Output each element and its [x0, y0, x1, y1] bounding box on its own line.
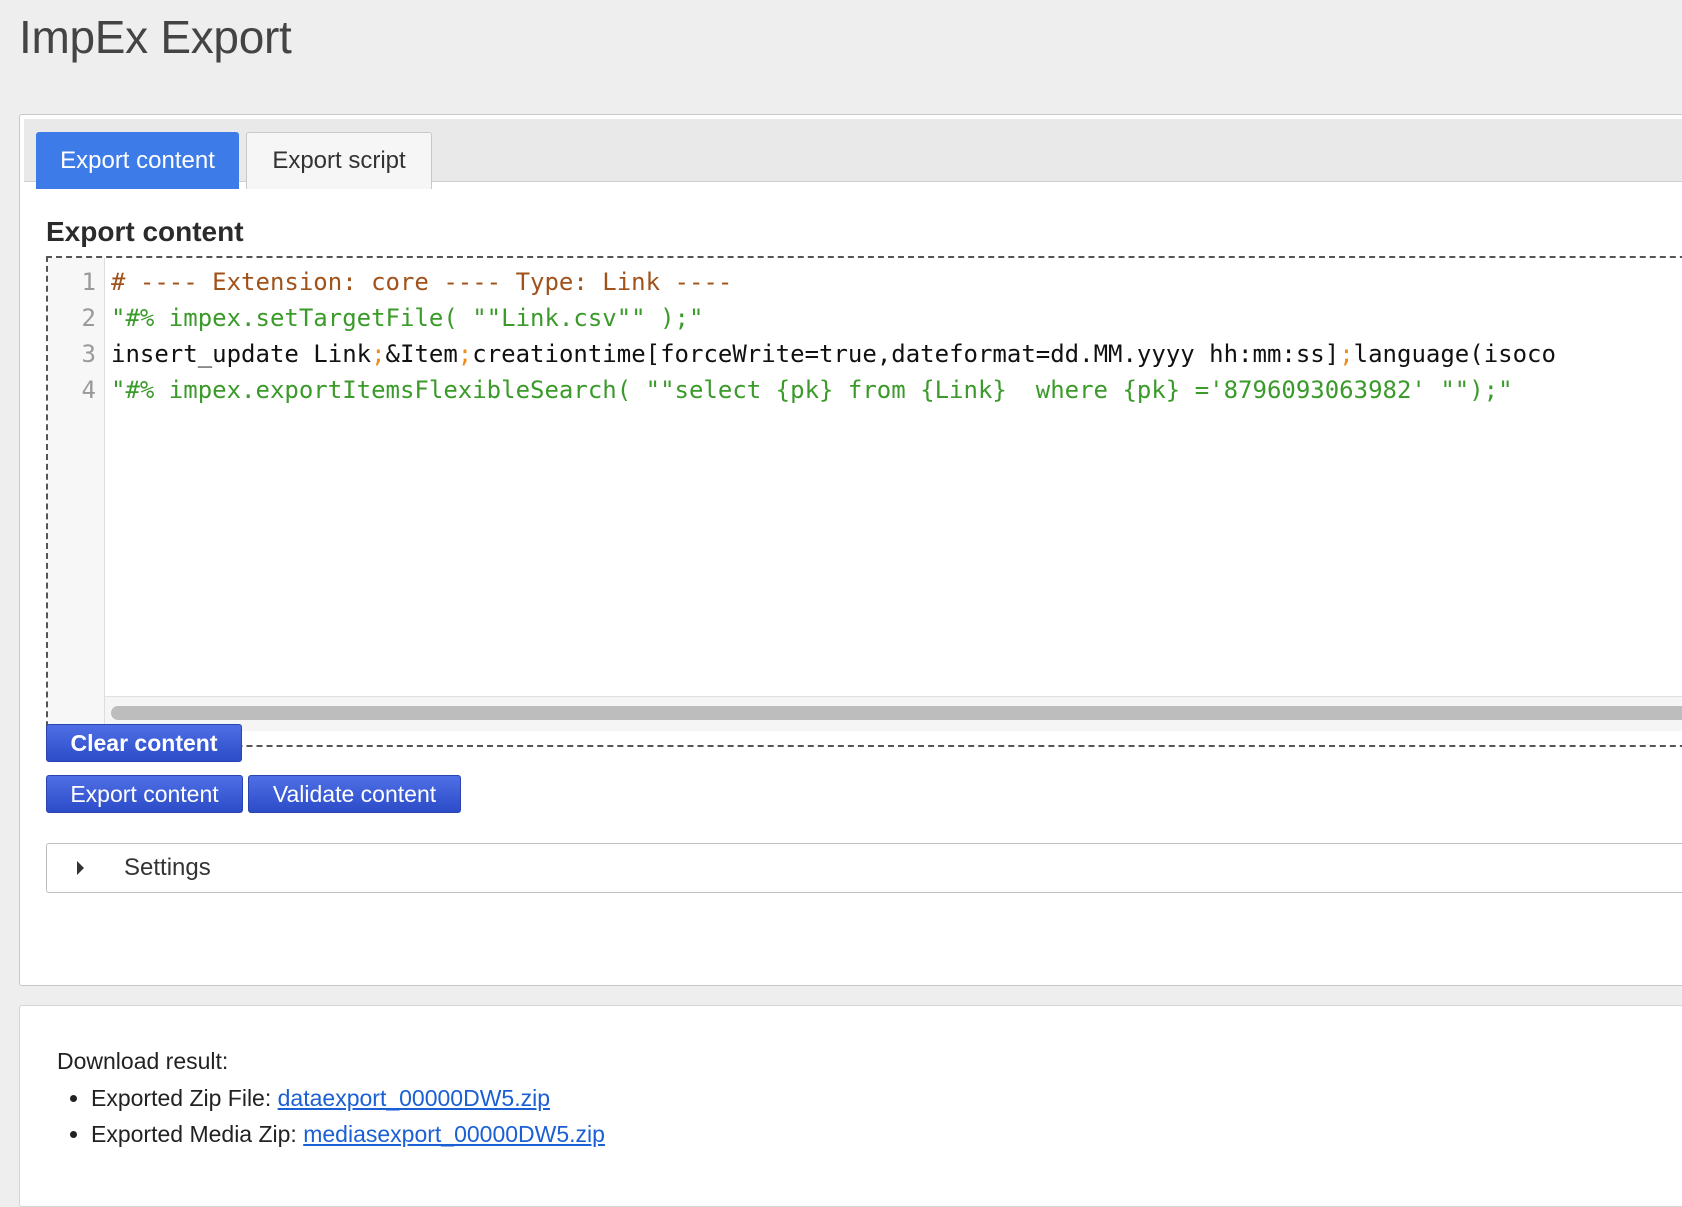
list-item: Exported Zip File: dataexport_00000DW5.z…	[91, 1080, 605, 1116]
code-token: &Item	[385, 340, 458, 368]
code-token-semicolon: ;	[457, 340, 473, 368]
tab-export-script[interactable]: Export script	[246, 132, 432, 189]
code-line: # ---- Extension: core ---- Type: Link -…	[111, 268, 733, 296]
tab-export-content[interactable]: Export content	[36, 132, 239, 189]
list-item: Exported Media Zip: mediasexport_00000DW…	[91, 1116, 605, 1152]
tab-bar: Export content Export script	[24, 119, 1682, 189]
download-item-label: Exported Zip File:	[91, 1085, 278, 1111]
media-zip-link[interactable]: mediasexport_00000DW5.zip	[303, 1121, 605, 1147]
download-list: Exported Zip File: dataexport_00000DW5.z…	[57, 1080, 605, 1152]
code-token: creationtime[forceWrite=true,dateformat=…	[472, 340, 1340, 368]
code-token: language(isoco	[1353, 340, 1556, 368]
download-item-label: Exported Media Zip:	[91, 1121, 304, 1147]
code-editor[interactable]: 1 2 3 4 # ---- Extension: core ---- Type…	[46, 256, 1682, 747]
data-zip-link[interactable]: dataexport_00000DW5.zip	[278, 1085, 550, 1111]
export-panel: Export content Export script Export cont…	[19, 114, 1682, 986]
scrollbar-thumb[interactable]	[111, 706, 1682, 720]
settings-label: Settings	[124, 854, 211, 881]
page-title: ImpEx Export	[19, 11, 292, 63]
line-number: 4	[81, 376, 96, 404]
line-number-gutter: 1 2 3 4	[48, 258, 105, 745]
code-line: "#% impex.setTargetFile( ""Link.csv"" );…	[111, 304, 704, 332]
settings-toggle[interactable]: Settings	[46, 843, 1682, 893]
caret-right-icon	[77, 861, 84, 875]
code-token-semicolon: ;	[371, 340, 386, 368]
line-number: 2	[81, 304, 96, 332]
code-line: insert_update Link;&Item;creationtime[fo…	[111, 340, 1556, 368]
export-content-button[interactable]: Export content	[46, 775, 243, 813]
section-heading: Export content	[46, 216, 244, 247]
clear-content-button[interactable]: Clear content	[46, 724, 242, 762]
code-token: insert_update Link	[111, 340, 372, 368]
download-result-panel: Download result: Exported Zip File: data…	[19, 1005, 1682, 1207]
horizontal-scrollbar[interactable]	[105, 696, 1682, 731]
code-line: "#% impex.exportItemsFlexibleSearch( ""s…	[111, 376, 1513, 404]
validate-content-button[interactable]: Validate content	[248, 775, 461, 813]
code-token-semicolon: ;	[1339, 340, 1354, 368]
line-number: 1	[81, 268, 96, 296]
download-result-label: Download result:	[57, 1048, 229, 1074]
line-number: 3	[81, 340, 96, 368]
